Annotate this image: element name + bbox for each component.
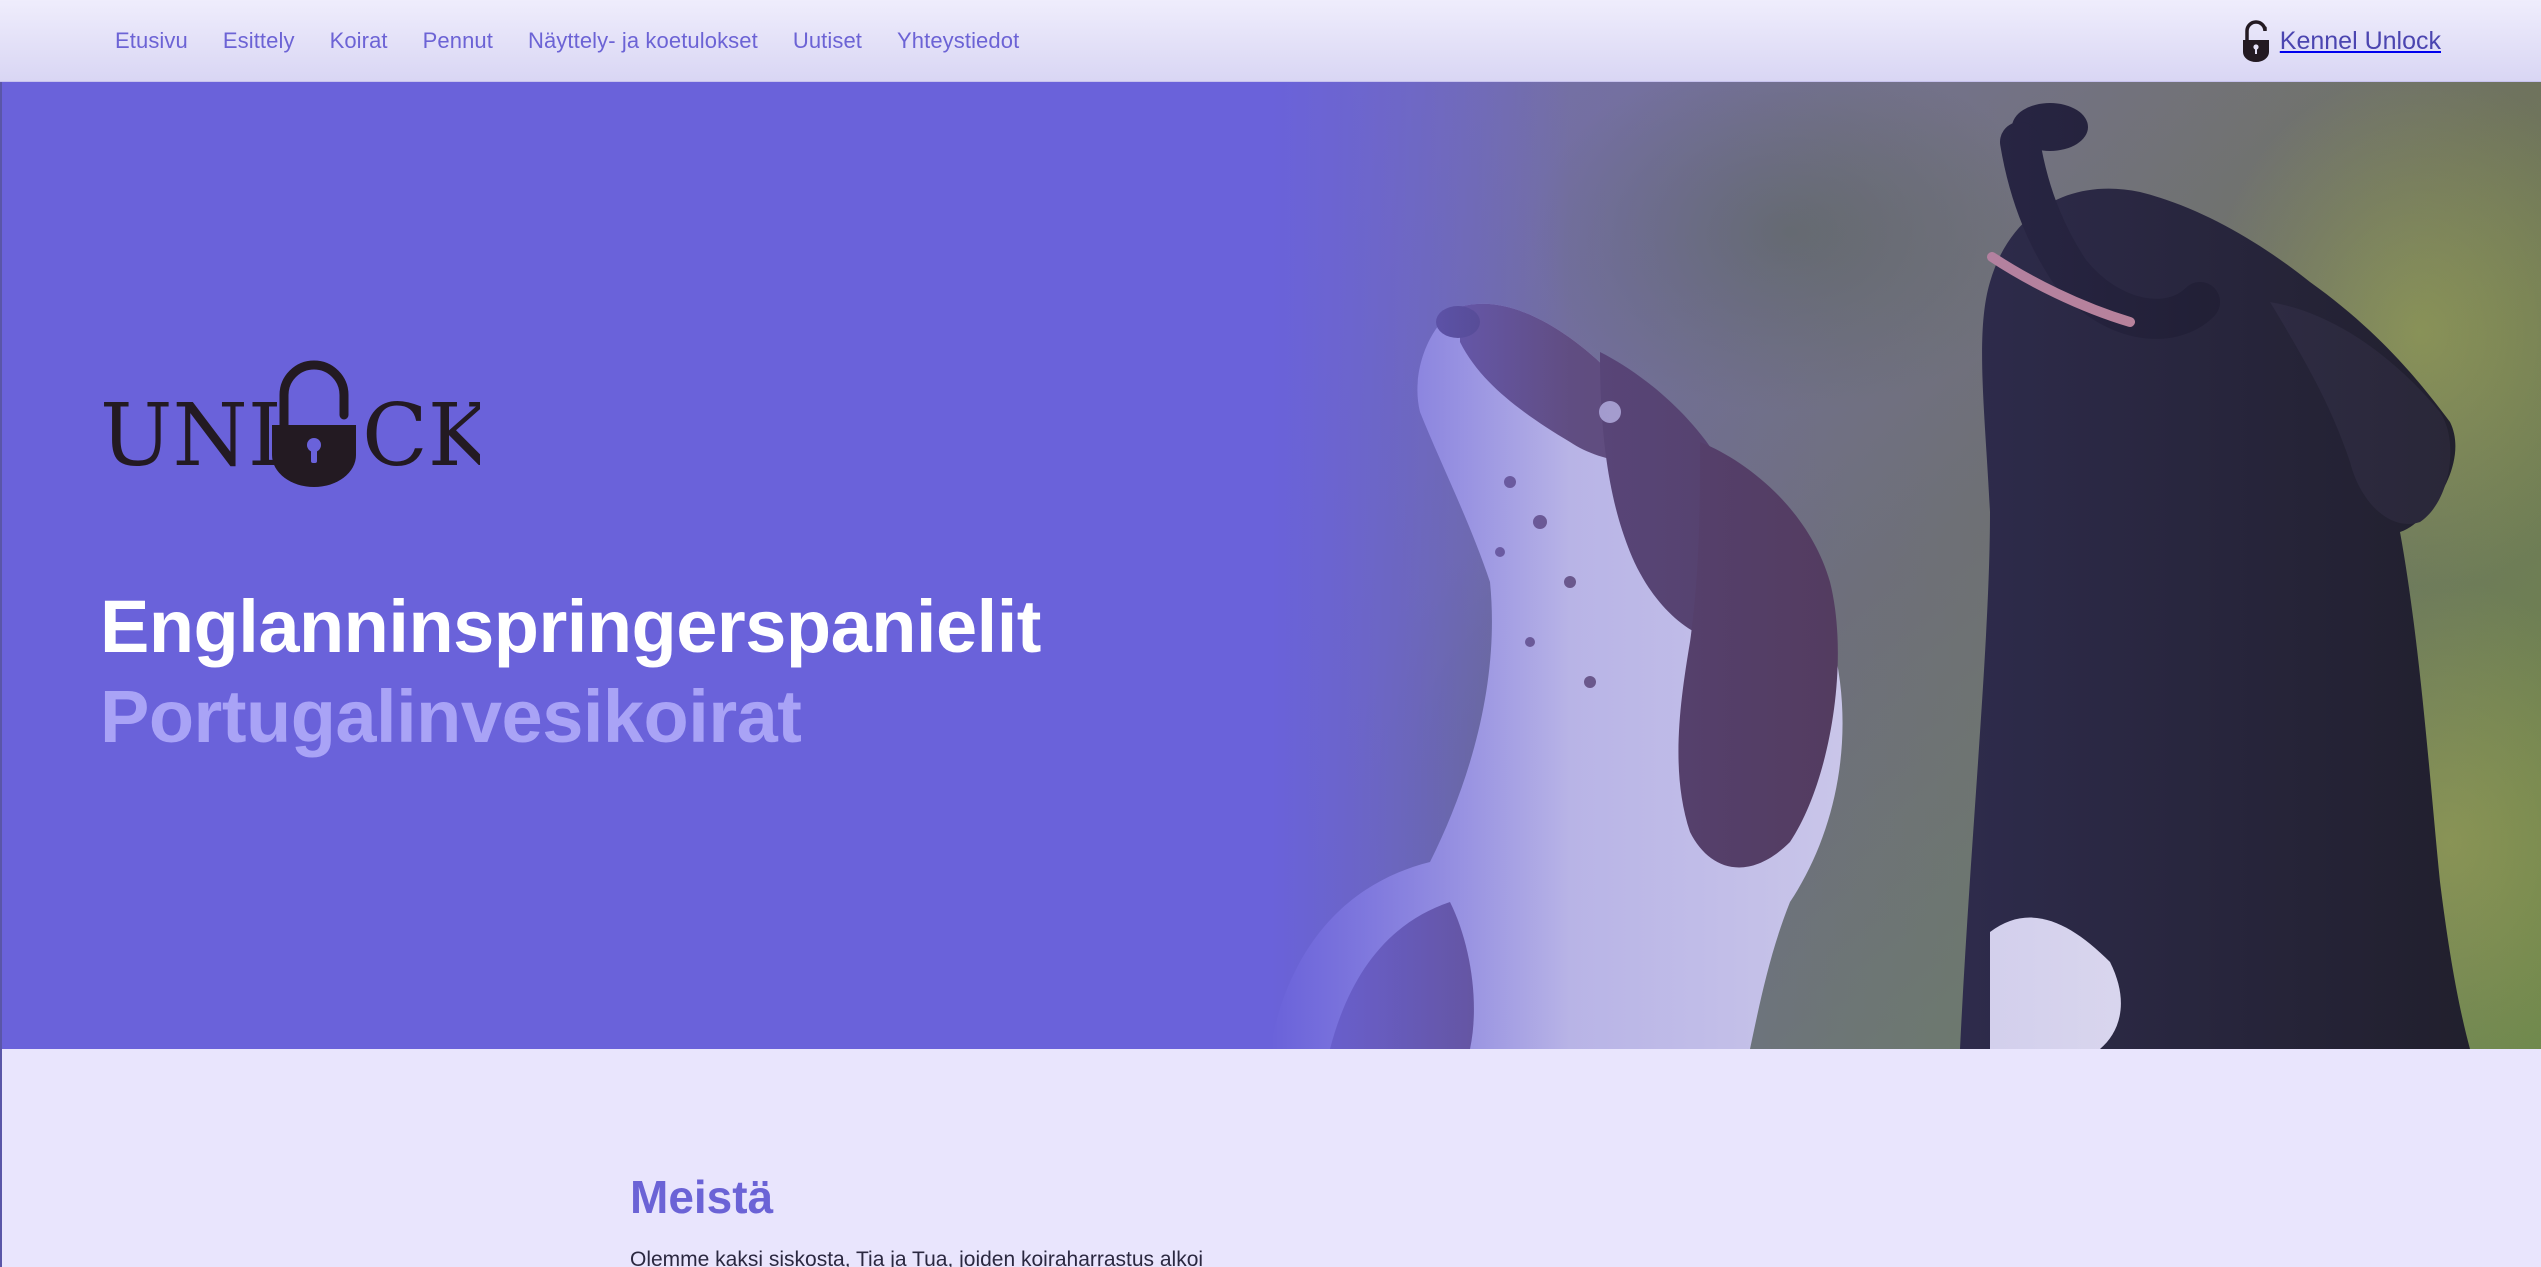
nav-item-uutiset[interactable]: Uutiset [793, 28, 862, 54]
about-section: Meistä Olemme kaksi siskosta, Tia ja Tua… [0, 1049, 2541, 1267]
main-nav: Etusivu Esittely Koirat Pennut Näyttely-… [115, 28, 1054, 54]
hero-title: Englanninspringerspanielit [100, 585, 1041, 668]
hero-section: UNL CK Englanninspringerspanielit Portug… [0, 82, 2541, 1049]
nav-item-tulokset[interactable]: Näyttely- ja koetulokset [528, 28, 758, 54]
hero-photo-fade [1270, 82, 1570, 1049]
hero-subtitle: Portugalinvesikoirat [100, 675, 802, 758]
nav-item-koirat[interactable]: Koirat [330, 28, 388, 54]
nav-item-yhteystiedot[interactable]: Yhteystiedot [897, 28, 1019, 54]
about-text: Olemme kaksi siskosta, Tia ja Tua, joide… [630, 1248, 1204, 1267]
nav-item-etusivu[interactable]: Etusivu [115, 28, 188, 54]
about-title: Meistä [630, 1171, 774, 1223]
nav-item-esittely[interactable]: Esittely [223, 28, 295, 54]
brand-link[interactable]: Kennel Unlock [2242, 0, 2441, 82]
top-navbar: Etusivu Esittely Koirat Pennut Näyttely-… [0, 0, 2541, 82]
padlock-icon [272, 360, 356, 487]
unlock-logo: UNL CK [100, 357, 494, 487]
nav-item-pennut[interactable]: Pennut [423, 28, 493, 54]
brand-label: Kennel Unlock [2279, 26, 2441, 55]
logo-text-right: CK [362, 386, 480, 486]
padlock-icon [2242, 20, 2269, 62]
page-left-border [0, 82, 2, 1267]
